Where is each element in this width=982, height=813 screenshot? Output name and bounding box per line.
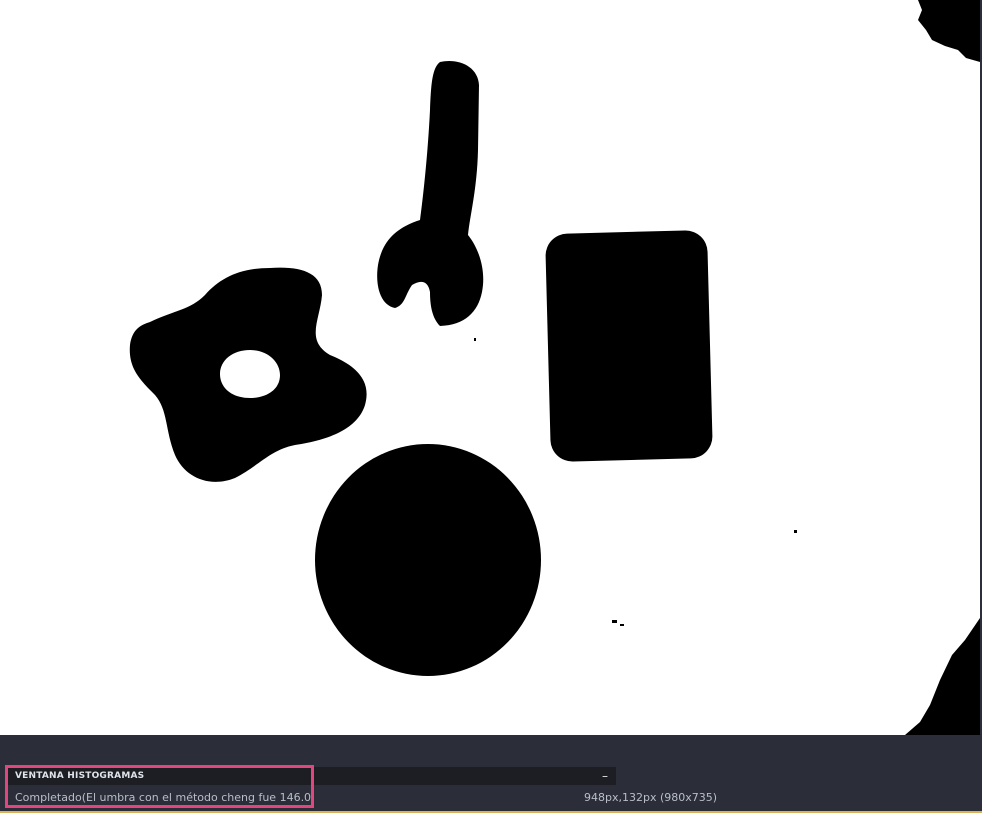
flower-shape — [129, 267, 367, 482]
circle-shape — [315, 444, 541, 676]
histogram-window-title: VENTANA HISTOGRAMAS — [15, 771, 145, 781]
corner-blob-bottom-right — [905, 618, 980, 735]
image-canvas[interactable] — [0, 0, 980, 735]
noise-speck — [612, 620, 617, 623]
status-bar: Completado(El umbra con el método cheng … — [0, 787, 982, 809]
noise-speck — [474, 338, 476, 341]
cursor-coordinates: 948px,132px (980x735) — [584, 791, 718, 804]
noise-speck — [620, 624, 624, 626]
binary-image — [129, 0, 980, 735]
minimize-button[interactable]: – — [602, 767, 608, 785]
wrench-shape — [377, 60, 484, 326]
corner-blob-top-right — [918, 0, 980, 62]
bottom-panel: VENTANA HISTOGRAMAS – Completado(El umbr… — [0, 735, 982, 813]
status-message: Completado(El umbra con el método cheng … — [15, 791, 312, 804]
rectangle-shape — [545, 230, 713, 462]
noise-speck — [794, 530, 797, 533]
histogram-window-bar[interactable]: VENTANA HISTOGRAMAS – — [8, 767, 616, 785]
